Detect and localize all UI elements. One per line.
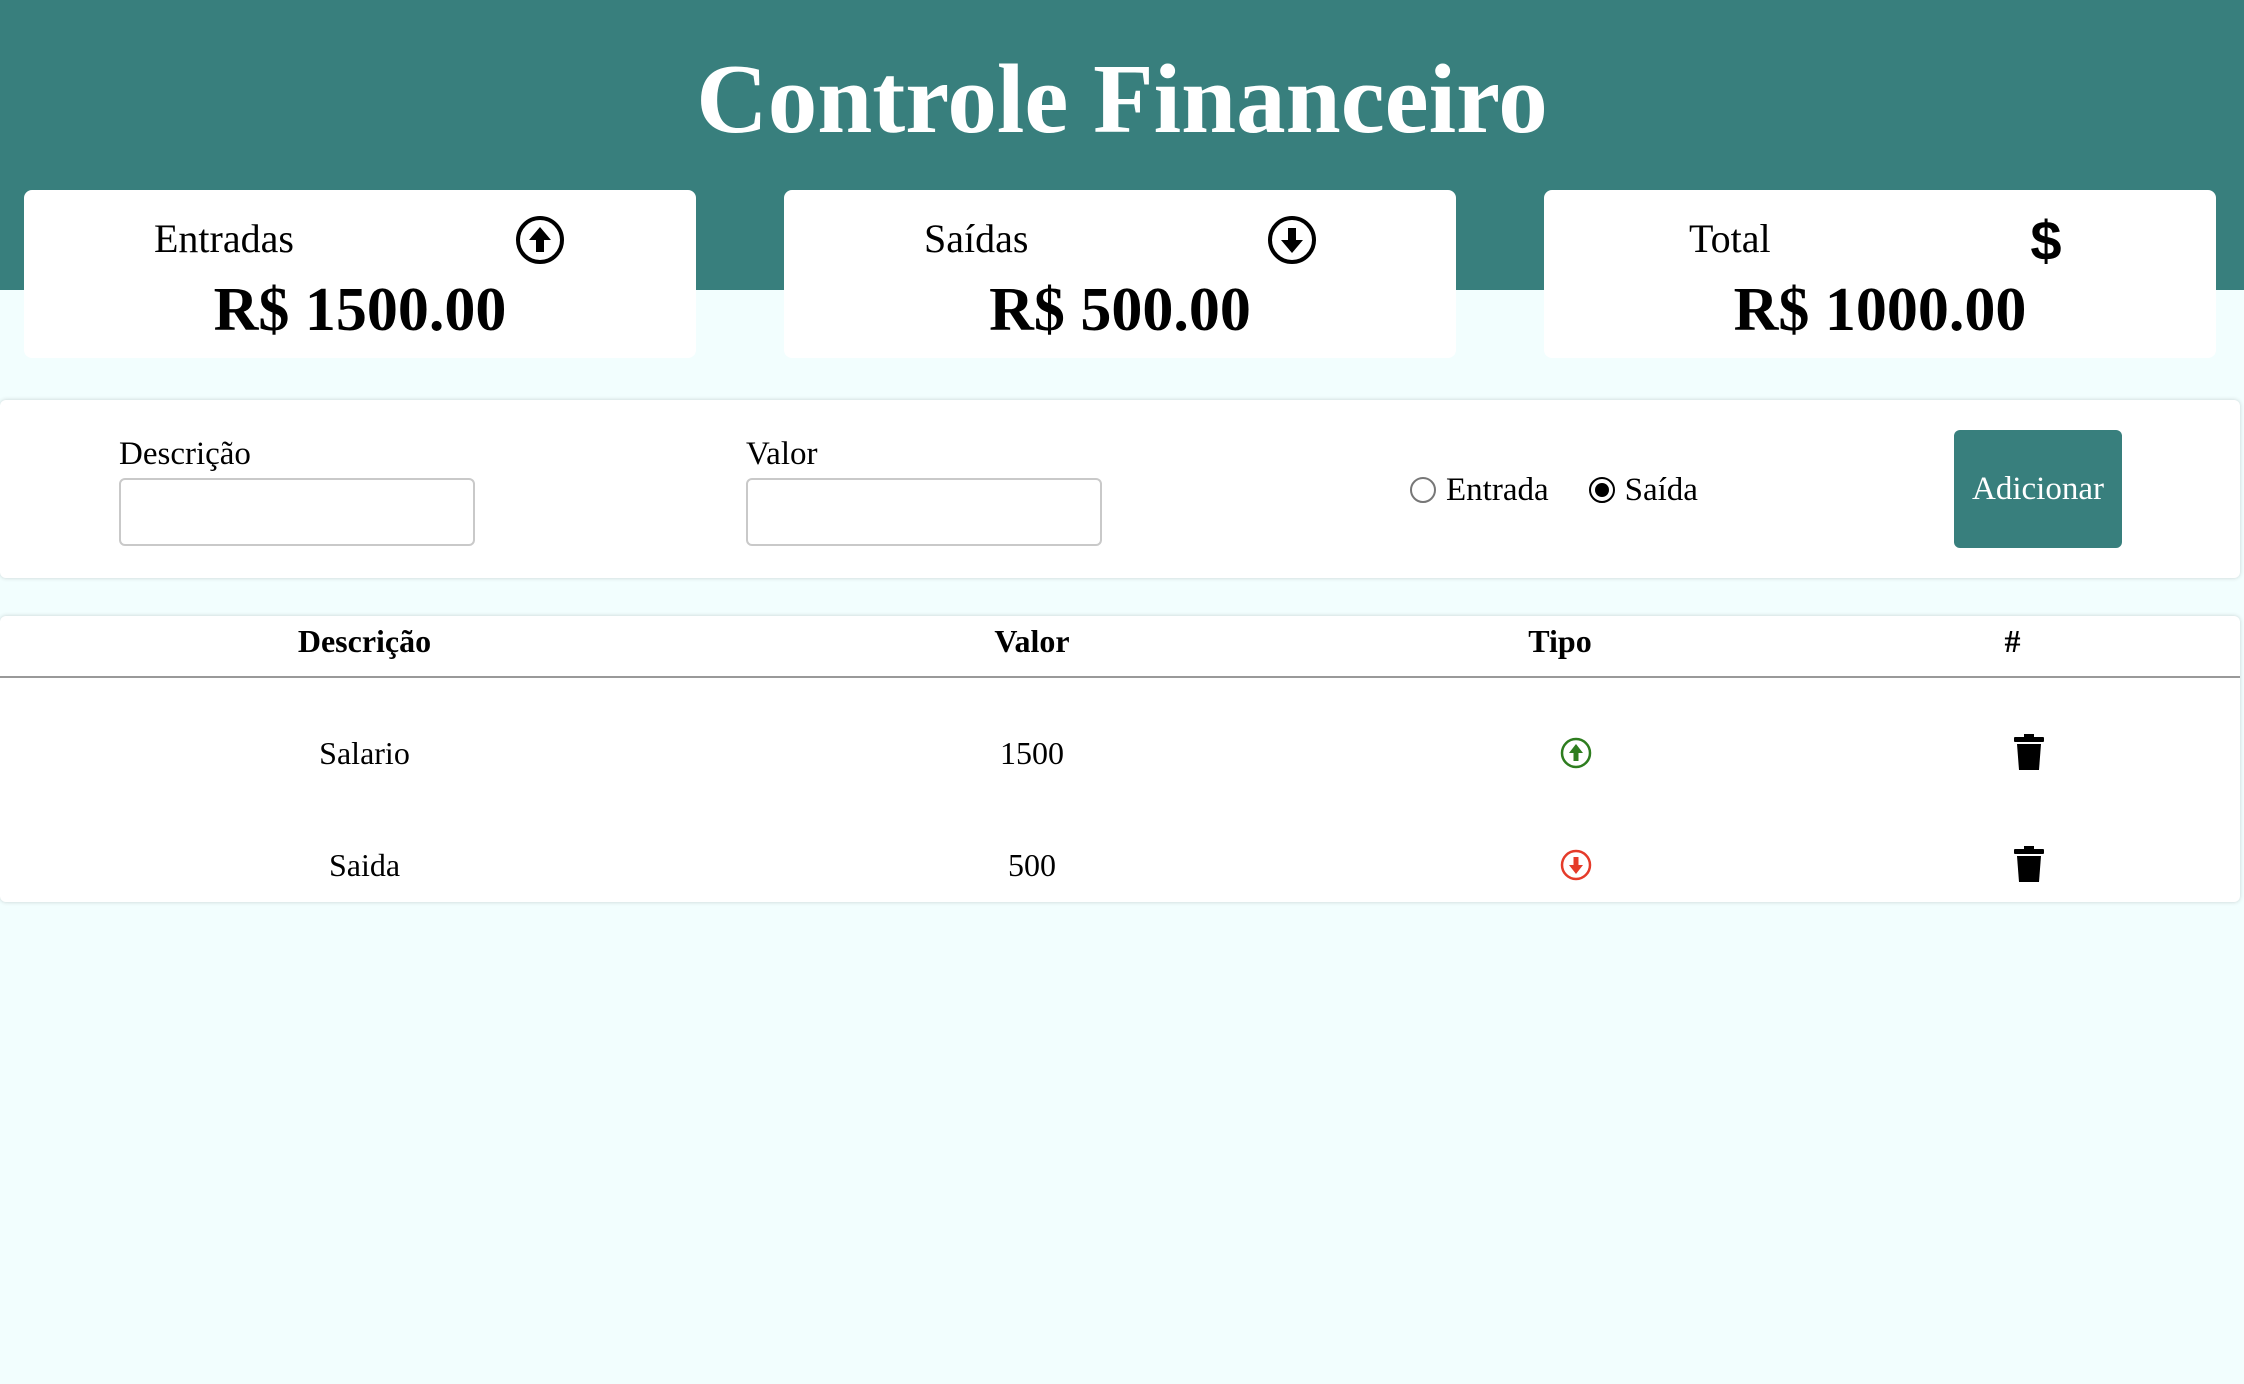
radio-saida-label[interactable]: Saída bbox=[1625, 472, 1698, 509]
card-entradas-label: Entradas bbox=[154, 216, 294, 261]
arrow-circle-up-icon bbox=[516, 216, 564, 264]
valor-label: Valor bbox=[746, 436, 818, 472]
svg-text:$: $ bbox=[2030, 210, 2061, 270]
valor-input[interactable] bbox=[746, 478, 1102, 546]
arrow-circle-down-icon bbox=[1560, 849, 1592, 881]
descricao-label: Descrição bbox=[119, 436, 251, 472]
radio-entrada-label[interactable]: Entrada bbox=[1446, 472, 1549, 509]
trash-icon[interactable] bbox=[2014, 846, 2044, 882]
trash-icon[interactable] bbox=[2014, 734, 2044, 770]
type-radio-group: Entrada Saída bbox=[1410, 460, 1738, 520]
dollar-sign-icon: $ bbox=[2030, 210, 2061, 270]
transaction-form: Descrição Valor Entrada Saída Adicionar bbox=[0, 400, 2240, 578]
row-valor: 500 bbox=[1008, 847, 1056, 883]
card-entradas: Entradas R$ 1500.00 bbox=[24, 190, 696, 358]
card-total: Total $ R$ 1000.00 bbox=[1544, 190, 2216, 358]
card-saidas-label: Saídas bbox=[924, 216, 1029, 261]
radio-saida-circle[interactable] bbox=[1588, 477, 1615, 503]
radio-entrada[interactable]: Entrada bbox=[1410, 472, 1549, 509]
card-total-label: Total bbox=[1689, 216, 1771, 261]
arrow-circle-up-icon bbox=[1560, 737, 1592, 769]
arrow-circle-down-icon bbox=[1268, 216, 1316, 264]
card-saidas-value: R$ 500.00 bbox=[989, 276, 1251, 344]
radio-saida[interactable]: Saída bbox=[1588, 472, 1698, 509]
page-title: Controle Financeiro bbox=[696, 45, 1548, 154]
add-button[interactable]: Adicionar bbox=[1954, 430, 2122, 548]
header-divider bbox=[0, 676, 2240, 678]
card-total-value: R$ 1000.00 bbox=[1733, 276, 2027, 344]
card-saidas: Saídas R$ 500.00 bbox=[784, 190, 1456, 358]
row-valor: 1500 bbox=[1000, 735, 1064, 771]
radio-entrada-circle[interactable] bbox=[1410, 477, 1436, 503]
column-header-descricao: Descrição bbox=[297, 623, 432, 659]
column-header-actions: # bbox=[2004, 623, 2021, 659]
card-entradas-value: R$ 1500.00 bbox=[213, 276, 507, 344]
column-header-tipo: Tipo bbox=[1528, 623, 1592, 659]
row-descricao: Saida bbox=[328, 847, 401, 883]
transactions-table: Descrição Valor Tipo # Salario 1500 Said… bbox=[0, 616, 2240, 902]
descricao-input[interactable] bbox=[119, 478, 475, 546]
column-header-valor: Valor bbox=[994, 623, 1070, 659]
row-descricao: Salario bbox=[319, 735, 410, 771]
